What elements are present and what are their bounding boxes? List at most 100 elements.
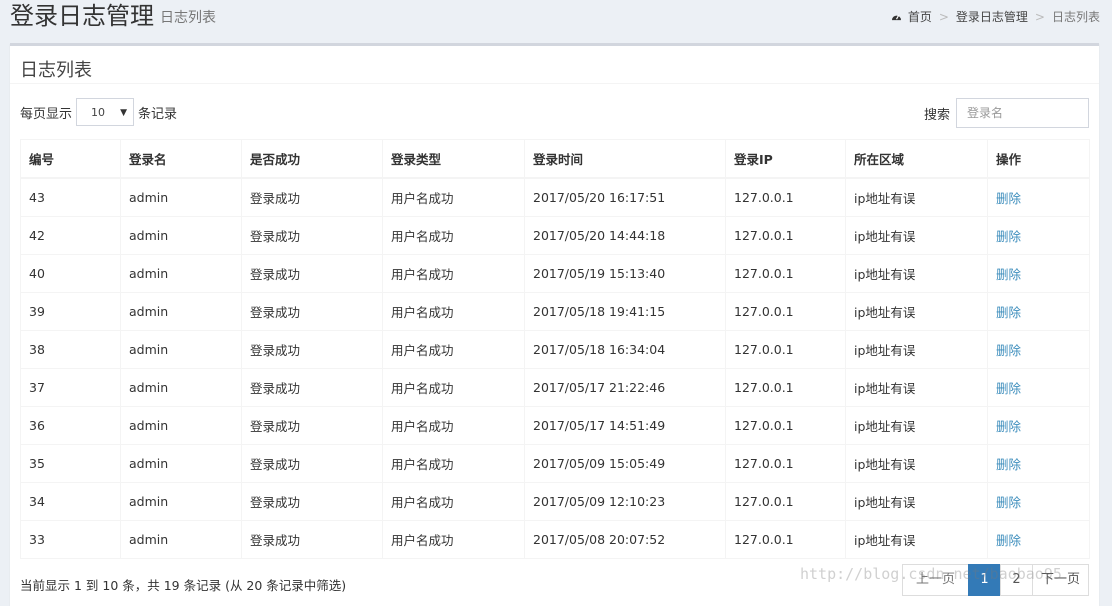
table-header-row: 编号 登录名 是否成功 登录类型 登录时间 登录IP 所在区域 操作 [20, 139, 1090, 179]
cell-region: ip地址有误 [845, 368, 988, 407]
page-length-control: 每页显示 10 ▼ 条记录 [20, 98, 177, 126]
cell-region: ip地址有误 [845, 216, 988, 255]
breadcrumb-separator: > [1034, 9, 1045, 24]
cell-success: 登录成功 [241, 520, 383, 559]
cell-success: 登录成功 [241, 216, 383, 255]
content-header: 登录日志管理 日志列表 首页 > 登录日志管理 > 日志列表 [0, 0, 1112, 40]
cell-login-type: 用户名成功 [382, 520, 525, 559]
cell-id: 33 [20, 520, 121, 559]
page-length-prefix: 每页显示 [20, 106, 73, 122]
cell-region: ip地址有误 [845, 254, 988, 293]
cell-login-type: 用户名成功 [382, 216, 525, 255]
table-row: 39 admin 登录成功 用户名成功 2017/05/18 19:41:15 … [20, 292, 1090, 331]
delete-link[interactable]: 删除 [987, 330, 1090, 369]
cell-login-name: admin [120, 254, 242, 293]
pagination: 上一页 1 2 下一页 [902, 564, 1089, 596]
table-row: 37 admin 登录成功 用户名成功 2017/05/17 21:22:46 … [20, 368, 1090, 407]
cell-login-type: 用户名成功 [382, 292, 525, 331]
page-button-1[interactable]: 1 [968, 564, 1001, 596]
delete-link[interactable]: 删除 [987, 177, 1090, 217]
cell-login-time: 2017/05/18 16:34:04 [524, 330, 726, 369]
page-length-suffix: 条记录 [138, 106, 178, 122]
column-header[interactable]: 是否成功 [241, 139, 383, 179]
delete-link[interactable]: 删除 [987, 368, 1090, 407]
table-info: 当前显示 1 到 10 条，共 19 条记录 (从 20 条记录中筛选) [20, 578, 347, 593]
page-length-select[interactable]: 10 ▼ [76, 98, 135, 126]
cell-login-time: 2017/05/17 21:22:46 [524, 368, 726, 407]
cell-login-name: admin [120, 444, 242, 483]
cell-ip: 127.0.0.1 [725, 406, 846, 445]
search-label: 搜索 [923, 107, 950, 123]
cell-login-name: admin [120, 520, 242, 559]
table-row: 40 admin 登录成功 用户名成功 2017/05/19 15:13:40 … [20, 254, 1090, 293]
delete-link[interactable]: 删除 [987, 482, 1090, 521]
column-header[interactable]: 登录类型 [382, 139, 525, 179]
cell-login-time: 2017/05/17 14:51:49 [524, 406, 726, 445]
delete-link[interactable]: 删除 [987, 520, 1090, 559]
cell-login-time: 2017/05/18 19:41:15 [524, 292, 726, 331]
next-page-button[interactable]: 下一页 [1032, 564, 1089, 596]
delete-link[interactable]: 删除 [987, 292, 1090, 331]
delete-link[interactable]: 删除 [987, 406, 1090, 445]
cell-id: 37 [20, 368, 121, 407]
cell-login-type: 用户名成功 [382, 406, 525, 445]
cell-login-name: admin [120, 292, 242, 331]
cell-success: 登录成功 [241, 254, 383, 293]
delete-link[interactable]: 删除 [987, 254, 1090, 293]
cell-login-type: 用户名成功 [382, 254, 525, 293]
column-header[interactable]: 登录时间 [524, 139, 726, 179]
cell-login-name: admin [120, 406, 242, 445]
cell-ip: 127.0.0.1 [725, 177, 846, 217]
column-header[interactable]: 所在区域 [845, 139, 988, 179]
cell-region: ip地址有误 [845, 330, 988, 369]
delete-link[interactable]: 删除 [987, 444, 1090, 483]
caret-down-icon: ▼ [120, 108, 128, 118]
breadcrumb: 首页 > 登录日志管理 > 日志列表 [891, 8, 1100, 25]
cell-success: 登录成功 [241, 482, 383, 521]
cell-success: 登录成功 [241, 406, 383, 445]
cell-success: 登录成功 [241, 330, 383, 369]
column-header[interactable]: 编号 [20, 139, 121, 179]
table-row: 38 admin 登录成功 用户名成功 2017/05/18 16:34:04 … [20, 330, 1090, 369]
cell-success: 登录成功 [241, 444, 383, 483]
delete-link[interactable]: 删除 [987, 216, 1090, 255]
cell-login-time: 2017/05/20 16:17:51 [524, 177, 726, 217]
column-header[interactable]: 登录IP [725, 139, 846, 179]
cell-region: ip地址有误 [845, 177, 988, 217]
cell-id: 40 [20, 254, 121, 293]
dashboard-icon [891, 14, 901, 21]
column-header: 操作 [987, 139, 1090, 179]
search-control: 搜索 登录名 [924, 98, 1089, 128]
cell-id: 34 [20, 482, 121, 521]
cell-region: ip地址有误 [845, 444, 988, 483]
breadcrumb-section[interactable]: 登录日志管理 [956, 8, 1028, 25]
search-input[interactable]: 登录名 [956, 98, 1089, 128]
breadcrumb-current: 日志列表 [1051, 10, 1100, 24]
column-header[interactable]: 登录名 [120, 139, 242, 179]
cell-ip: 127.0.0.1 [725, 482, 846, 521]
page-length-value: 10 [91, 106, 106, 119]
cell-success: 登录成功 [241, 177, 383, 217]
cell-success: 登录成功 [241, 292, 383, 331]
cell-login-time: 2017/05/09 15:05:49 [524, 444, 726, 483]
login-log-table: 编号 登录名 是否成功 登录类型 登录时间 登录IP 所在区域 操作 43 ad… [20, 139, 1090, 559]
box-title: 日志列表 [20, 60, 92, 81]
table-row: 33 admin 登录成功 用户名成功 2017/05/08 20:07:52 … [20, 520, 1090, 559]
cell-id: 39 [20, 292, 121, 331]
page-title: 登录日志管理 日志列表 [10, 0, 216, 34]
cell-success: 登录成功 [241, 368, 383, 407]
page-button-2[interactable]: 2 [1000, 564, 1033, 596]
cell-region: ip地址有误 [845, 406, 988, 445]
table-row: 43 admin 登录成功 用户名成功 2017/05/20 16:17:51 … [20, 177, 1090, 217]
breadcrumb-home[interactable]: 首页 [908, 8, 932, 25]
cell-login-name: admin [120, 482, 242, 521]
cell-login-type: 用户名成功 [382, 330, 525, 369]
cell-login-name: admin [120, 368, 242, 407]
cell-region: ip地址有误 [845, 292, 988, 331]
cell-login-time: 2017/05/09 12:10:23 [524, 482, 726, 521]
table-row: 42 admin 登录成功 用户名成功 2017/05/20 14:44:18 … [20, 216, 1090, 255]
cell-login-time: 2017/05/20 14:44:18 [524, 216, 726, 255]
prev-page-button[interactable]: 上一页 [902, 564, 969, 596]
cell-login-name: admin [120, 216, 242, 255]
table-row: 36 admin 登录成功 用户名成功 2017/05/17 14:51:49 … [20, 406, 1090, 445]
